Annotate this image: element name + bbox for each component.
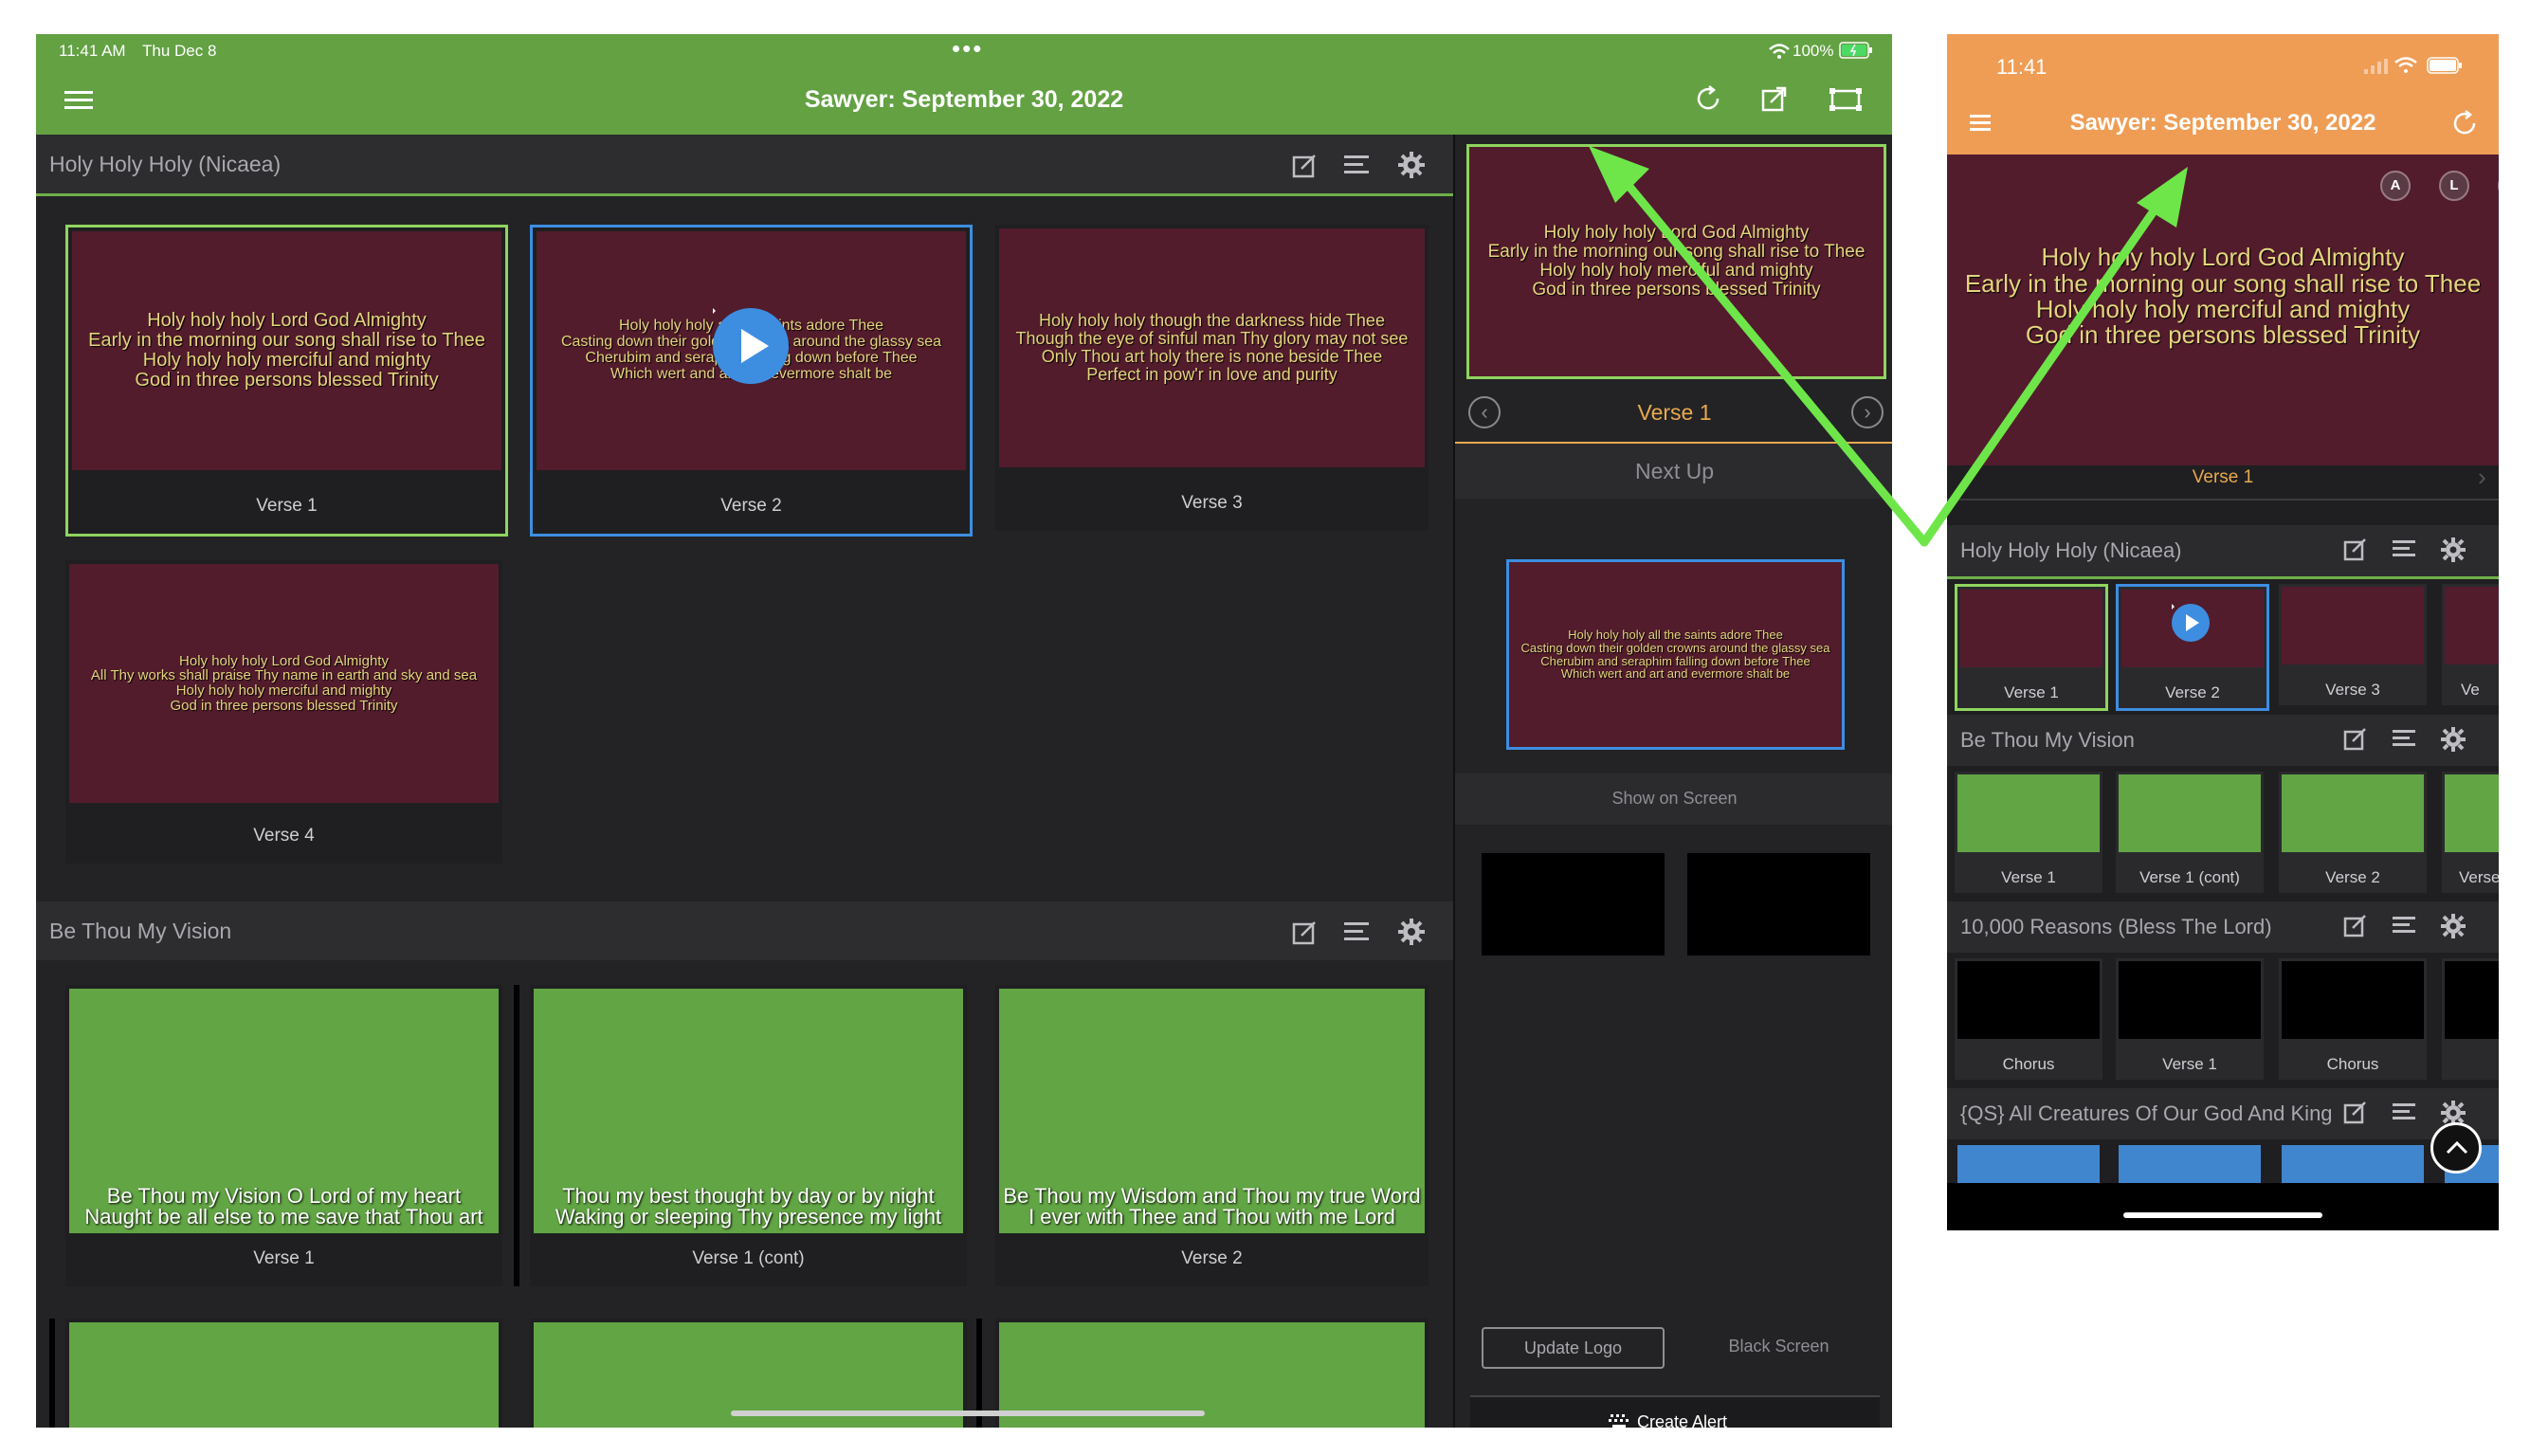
arrow-to-phone-preview <box>1920 198 2164 547</box>
arrow-to-ipad-preview <box>1616 172 1929 547</box>
annotation-arrows <box>1589 146 2188 547</box>
